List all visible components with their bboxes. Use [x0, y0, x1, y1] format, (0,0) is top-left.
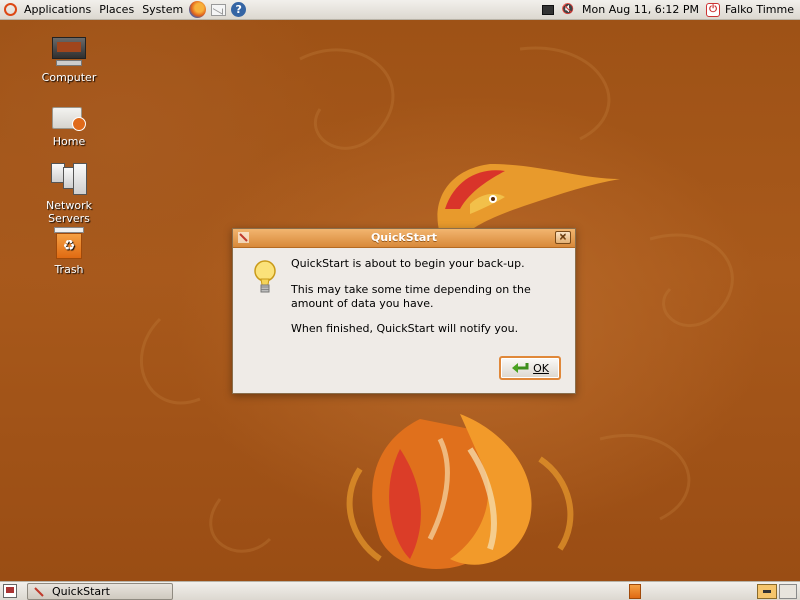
dialog-title: QuickStart	[370, 231, 438, 244]
enter-arrow-icon	[512, 363, 529, 373]
help-launcher-icon[interactable]: ?	[231, 2, 247, 17]
bottom-panel: QuickStart	[0, 581, 800, 600]
desktop-icon-trash[interactable]: ♻ Trash	[24, 227, 114, 276]
power-icon[interactable]: ⏻	[706, 2, 721, 17]
taskbar-label: QuickStart	[52, 585, 110, 598]
clock[interactable]: Mon Aug 11, 6:12 PM	[578, 3, 703, 16]
top-panel: Applications Places System ? 🔇 Mon Aug 1…	[0, 0, 800, 20]
desktop-icon-computer[interactable]: Computer	[24, 37, 114, 84]
dialog-message-duration: This may take some time depending on the…	[291, 283, 531, 310]
mail-icon	[211, 3, 227, 16]
network-status[interactable]	[541, 3, 555, 17]
lightbulb-icon	[254, 260, 276, 293]
ok-label: OK	[533, 361, 549, 375]
quickstart-app-icon	[238, 232, 249, 243]
workspace-2[interactable]	[779, 584, 797, 599]
desktop-icon-network-servers[interactable]: Network Servers	[24, 163, 114, 225]
volume-icon[interactable]: 🔇	[561, 3, 575, 17]
desktop-icon-label: Home	[52, 135, 86, 148]
dialog-message-notify: When finished, QuickStart will notify yo…	[291, 322, 519, 335]
desktop-icon-label: Computer	[41, 71, 97, 84]
ubuntu-logo-icon	[4, 3, 17, 16]
desktop-icon-label: Trash	[54, 263, 84, 276]
menu-system[interactable]: System	[138, 0, 187, 19]
desktop-icon-label: Network Servers	[46, 199, 92, 225]
network-icon	[542, 4, 555, 15]
mail-launcher[interactable]	[210, 1, 227, 18]
workspace-1[interactable]	[757, 584, 777, 599]
show-desktop-button[interactable]	[3, 584, 17, 598]
computer-icon	[52, 37, 86, 67]
home-folder-icon	[52, 103, 86, 131]
ok-button[interactable]: OK	[499, 356, 561, 380]
close-button[interactable]: ✕	[555, 231, 571, 244]
dialog-message-intro: QuickStart is about to begin your back-u…	[291, 257, 525, 270]
quickstart-task-icon	[34, 586, 44, 597]
desktop-icon-home[interactable]: Home	[24, 103, 114, 148]
network-servers-icon	[51, 163, 87, 195]
taskbar-quickstart[interactable]: QuickStart	[27, 583, 173, 600]
trash-icon: ♻	[54, 227, 84, 259]
quickstart-dialog: QuickStart ✕ QuickStart is about to begi…	[232, 228, 576, 394]
menu-applications[interactable]: Applications	[20, 0, 95, 19]
user-switcher[interactable]: Falko Timme	[723, 3, 800, 16]
trash-applet-icon[interactable]	[629, 584, 641, 599]
dialog-titlebar[interactable]: QuickStart ✕	[233, 229, 575, 248]
firefox-launcher-icon[interactable]	[189, 1, 207, 18]
menu-places[interactable]: Places	[95, 0, 138, 19]
